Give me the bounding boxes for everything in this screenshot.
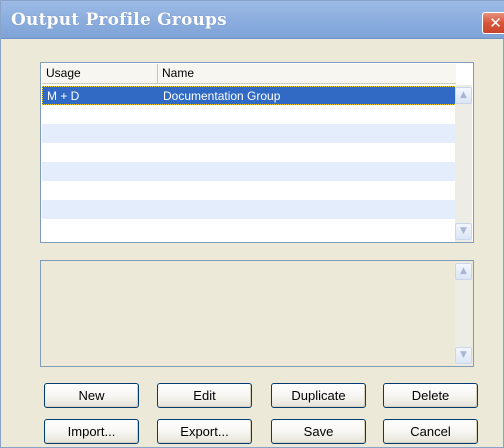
- list-scroll-down-button[interactable]: ▼: [455, 223, 472, 240]
- edit-button[interactable]: Edit: [157, 383, 252, 408]
- save-button[interactable]: Save: [271, 419, 366, 444]
- list-header: Usage Name: [42, 64, 456, 84]
- close-icon: ✕: [489, 14, 502, 32]
- list-vertical-scrollbar[interactable]: ▲ ▼: [455, 85, 472, 242]
- column-header-name[interactable]: Name: [158, 64, 456, 83]
- profile-groups-list[interactable]: Usage Name M + D Documentation Group ▲ ▼: [40, 62, 474, 243]
- empty-row: [42, 200, 457, 219]
- column-header-usage[interactable]: Usage: [42, 64, 158, 83]
- chevron-down-icon: ▼: [460, 350, 467, 360]
- description-scroll-up-button[interactable]: ▲: [455, 263, 472, 280]
- cell-usage: M + D: [47, 89, 80, 103]
- output-profile-groups-dialog: Output Profile Groups ✕ Usage Name M + D…: [0, 0, 504, 448]
- title-bar[interactable]: Output Profile Groups ✕: [1, 1, 504, 39]
- import-button[interactable]: Import...: [44, 419, 139, 444]
- duplicate-button[interactable]: Duplicate: [271, 383, 366, 408]
- close-button[interactable]: ✕: [482, 12, 504, 34]
- new-button[interactable]: New: [44, 383, 139, 408]
- cancel-button[interactable]: Cancel: [383, 419, 478, 444]
- empty-row: [42, 105, 457, 124]
- description-box[interactable]: ▲ ▼: [40, 260, 474, 367]
- table-row[interactable]: M + D Documentation Group: [42, 86, 457, 105]
- description-scroll-down-button[interactable]: ▼: [455, 347, 472, 364]
- chevron-down-icon: ▼: [460, 226, 467, 236]
- empty-row: [42, 124, 457, 143]
- dialog-title: Output Profile Groups: [11, 10, 227, 30]
- empty-row: [42, 181, 457, 200]
- chevron-up-icon: ▲: [460, 266, 467, 276]
- list-scroll-up-button[interactable]: ▲: [455, 87, 472, 104]
- empty-row: [42, 143, 457, 162]
- list-rows: M + D Documentation Group: [42, 86, 457, 238]
- cell-name: Documentation Group: [163, 89, 281, 103]
- delete-button[interactable]: Delete: [383, 383, 478, 408]
- empty-row: [42, 219, 457, 238]
- export-button[interactable]: Export...: [157, 419, 252, 444]
- chevron-up-icon: ▲: [460, 90, 467, 100]
- description-vertical-scrollbar[interactable]: ▲ ▼: [455, 262, 472, 365]
- empty-row: [42, 162, 457, 181]
